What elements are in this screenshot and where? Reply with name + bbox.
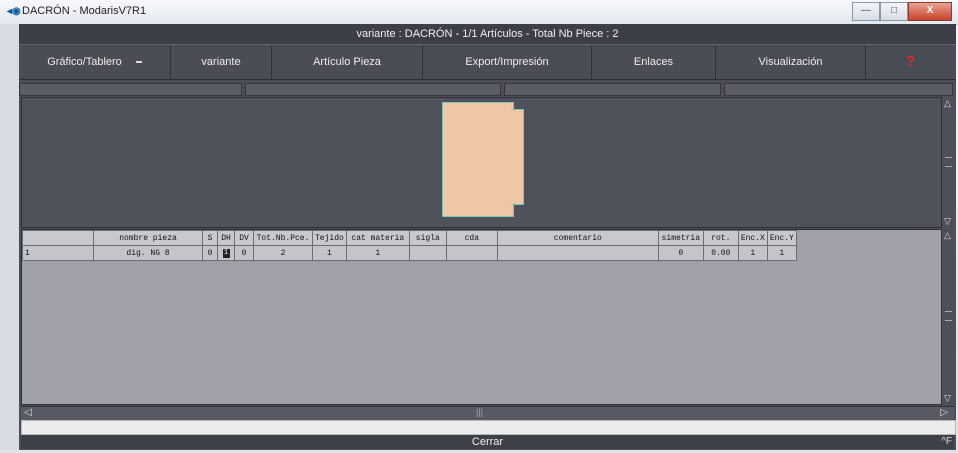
menu-label: Export/Impresión: [465, 56, 549, 68]
menu-visualizacion[interactable]: Visualización: [716, 45, 866, 79]
menu-label: Gráfico/Tablero: [47, 56, 122, 68]
scroll-left-icon[interactable]: ◁: [24, 407, 32, 418]
dialog-header: variante : DACRÓN - 1/1 Artículos - Tota…: [19, 24, 956, 44]
pattern-piece[interactable]: [442, 102, 514, 217]
column-header[interactable]: cda: [445, 230, 498, 246]
menu-export-impresion[interactable]: Export/Impresión: [423, 45, 592, 79]
column-header[interactable]: simetria: [657, 230, 704, 246]
column-header[interactable]: Tot.Nb.Pce.: [253, 230, 313, 246]
strip-field[interactable]: [724, 83, 953, 96]
table-cell[interactable]: [445, 245, 498, 261]
column-header[interactable]: nombre pieza: [93, 230, 203, 246]
table-cell[interactable]: [408, 245, 447, 261]
modaris-app-icon: ◂◉: [7, 6, 21, 17]
table-header-row: nombre pieza S DH DV Tot.Nb.Pce. Tejido …: [22, 230, 797, 246]
dropdown-marker-icon: [135, 61, 142, 64]
scroll-grip-icon[interactable]: |||: [476, 407, 483, 417]
column-header[interactable]: sigla: [408, 230, 447, 246]
scroll-down-icon[interactable]: ▽: [944, 216, 951, 227]
window-title: DACRÓN - ModarisV7R1: [22, 5, 147, 17]
menu-label: Enlaces: [633, 56, 674, 68]
column-header[interactable]: Enc.X: [737, 230, 768, 246]
column-header[interactable]: DV: [234, 230, 254, 246]
corner-shortcut-label: ^F: [941, 436, 952, 447]
scroll-right-icon[interactable]: ▷: [940, 407, 948, 418]
table-cell[interactable]: 1: [312, 245, 347, 261]
menu-enlaces[interactable]: Enlaces: [592, 45, 716, 79]
strip-field[interactable]: [503, 83, 722, 96]
table-horizontal-scrollbar[interactable]: ◁ ||| ▷: [21, 406, 954, 420]
menu-articulo-pieza[interactable]: Artículo Pieza: [272, 45, 423, 79]
table-cell[interactable]: dig. NG 8: [93, 245, 203, 261]
window-controls: — □ X: [852, 2, 952, 21]
close-dialog-button[interactable]: Cerrar ^F: [21, 435, 954, 449]
help-icon: ?: [905, 53, 916, 70]
minimize-button[interactable]: —: [852, 2, 880, 21]
column-header[interactable]: DH: [217, 230, 235, 246]
table-row[interactable]: 1 dig. NG 8 0 1 0 2 1 1 0 0.00 1 1: [22, 245, 797, 261]
pattern-piece-notch: [511, 109, 524, 205]
menu-label: variante: [201, 56, 241, 68]
column-header[interactable]: Tejido: [312, 230, 347, 246]
menu-label: Artículo Pieza: [313, 56, 381, 68]
table-cell[interactable]: 0.00: [702, 245, 739, 261]
close-window-button[interactable]: X: [908, 2, 952, 21]
table-cell[interactable]: 2: [253, 245, 313, 261]
table-cell[interactable]: 0: [202, 245, 218, 261]
window-titlebar: ◂◉ DACRÓN - ModarisV7R1 — □ X: [0, 0, 958, 25]
table-cell[interactable]: 1: [217, 245, 235, 261]
table-cell[interactable]: 1: [345, 245, 410, 261]
menubar: Gráfico/Tablero variante Artículo Pieza …: [19, 44, 956, 80]
column-header[interactable]: Enc.Y: [766, 230, 797, 246]
table-cell[interactable]: 0: [657, 245, 704, 261]
menu-grafico-tablero[interactable]: Gráfico/Tablero: [19, 45, 171, 79]
strip-field[interactable]: [19, 83, 242, 96]
menu-variante[interactable]: variante: [171, 45, 272, 79]
column-header[interactable]: comentario: [496, 230, 659, 246]
window-left-border: [0, 24, 19, 450]
pieces-table-area: nombre pieza S DH DV Tot.Nb.Pce. Tejido …: [21, 229, 942, 405]
toolbar-strip: [19, 83, 956, 96]
table-vertical-scrollbar[interactable]: △ ▽: [941, 229, 956, 405]
column-header[interactable]: [22, 230, 94, 246]
scroll-grip-icon[interactable]: [945, 157, 952, 167]
preview-vertical-scrollbar[interactable]: △ ▽: [941, 97, 956, 228]
menu-label: Visualización: [758, 56, 823, 68]
scroll-up-icon[interactable]: △: [944, 230, 951, 241]
table-cell[interactable]: 1: [22, 245, 94, 261]
close-label: Cerrar: [471, 436, 504, 448]
maximize-button[interactable]: □: [880, 2, 908, 21]
scroll-grip-icon[interactable]: [945, 311, 952, 321]
scroll-down-icon[interactable]: ▽: [944, 393, 951, 404]
column-header[interactable]: rot.: [702, 230, 739, 246]
scroll-up-icon[interactable]: △: [944, 98, 951, 109]
table-cell[interactable]: 0: [234, 245, 254, 261]
table-cell[interactable]: 1: [737, 245, 768, 261]
column-header[interactable]: S: [202, 230, 218, 246]
help-button[interactable]: ?: [866, 45, 955, 79]
dh-cell-value: 1: [222, 249, 230, 258]
command-input[interactable]: [21, 420, 956, 435]
strip-field[interactable]: [244, 83, 501, 96]
piece-preview-area: [21, 97, 942, 228]
table-cell[interactable]: 1: [766, 245, 797, 261]
application-window: ◂◉ DACRÓN - ModarisV7R1 — □ X variante :…: [0, 0, 958, 453]
table-cell[interactable]: [496, 245, 659, 261]
modaris-dialog: variante : DACRÓN - 1/1 Artículos - Tota…: [19, 24, 956, 450]
column-header[interactable]: cat materia: [345, 230, 410, 246]
pieces-table: nombre pieza S DH DV Tot.Nb.Pce. Tejido …: [22, 230, 797, 261]
